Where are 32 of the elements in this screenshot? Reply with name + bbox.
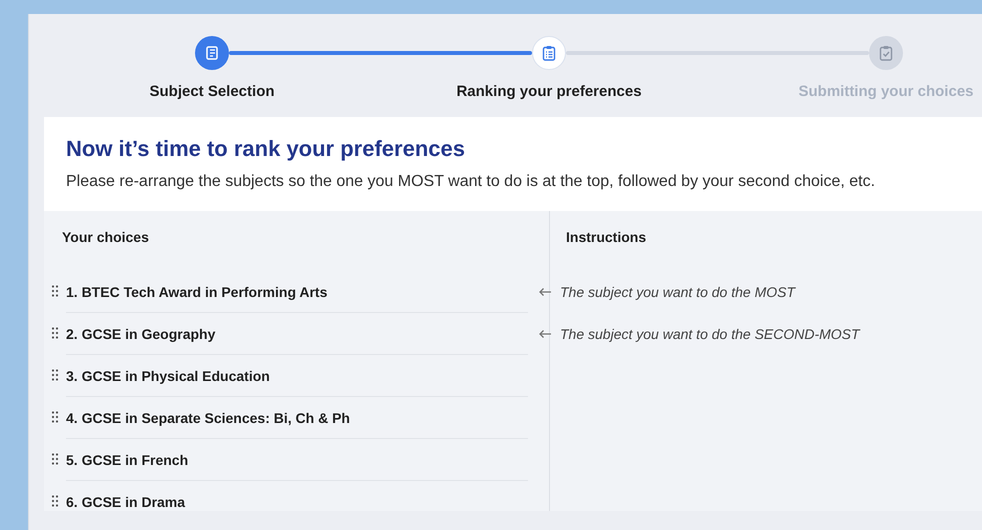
choice-label: 2. GCSE in Geography [66, 326, 216, 342]
column-heading: Your choices [62, 229, 150, 245]
choice-label: 3. GCSE in Physical Education [66, 368, 270, 384]
choice-row[interactable]: 1. BTEC Tech Award in Performing Arts [66, 271, 528, 313]
choice-label: 4. GCSE in Separate Sciences: Bi, Ch & Ph [66, 410, 350, 426]
step-label: Ranking your preferences [456, 83, 642, 100]
drag-handle-icon[interactable] [51, 285, 59, 297]
step-label: Subject Selection [149, 83, 275, 100]
clipboard-check-icon [879, 45, 893, 61]
column-heading: Instructions [566, 229, 648, 245]
choice-label: 6. GCSE in Drama [66, 494, 186, 510]
drag-handle-icon[interactable] [51, 369, 59, 381]
choice-label: 1. BTEC Tech Award in Performing Arts [66, 284, 328, 300]
instruction-paragraph: Please re-arrange the subjects so the one you MOST want to do is at the top, followed by your second choice, etc. [66, 172, 876, 192]
choice-row[interactable]: 3. GCSE in Physical Education [66, 355, 528, 397]
drag-handle-icon[interactable] [51, 453, 59, 465]
book-icon [204, 45, 220, 61]
step-label: Submitting your choices [798, 83, 974, 100]
choice-row[interactable]: 2. GCSE in Geography [66, 313, 528, 355]
choice-row[interactable]: 6. GCSE in Drama [66, 481, 528, 522]
instruction-text: The subject you want to do the SECOND-MOST [560, 326, 860, 342]
clipboard-list-icon [542, 45, 556, 61]
drag-handle-icon[interactable] [51, 327, 59, 339]
drag-handle-icon[interactable] [51, 495, 59, 507]
choice-row[interactable]: 4. GCSE in Separate Sciences: Bi, Ch & Ph [66, 397, 528, 439]
choice-label: 5. GCSE in French [66, 452, 188, 468]
drag-handle-icon[interactable] [51, 411, 59, 423]
instruction-text: The subject you want to do the MOST [560, 284, 796, 300]
page-heading: Now it’s time to rank your preferences [66, 136, 466, 162]
left-arrow-icon [538, 329, 552, 339]
left-arrow-icon [538, 287, 552, 297]
choice-row[interactable]: 5. GCSE in French [66, 439, 528, 481]
